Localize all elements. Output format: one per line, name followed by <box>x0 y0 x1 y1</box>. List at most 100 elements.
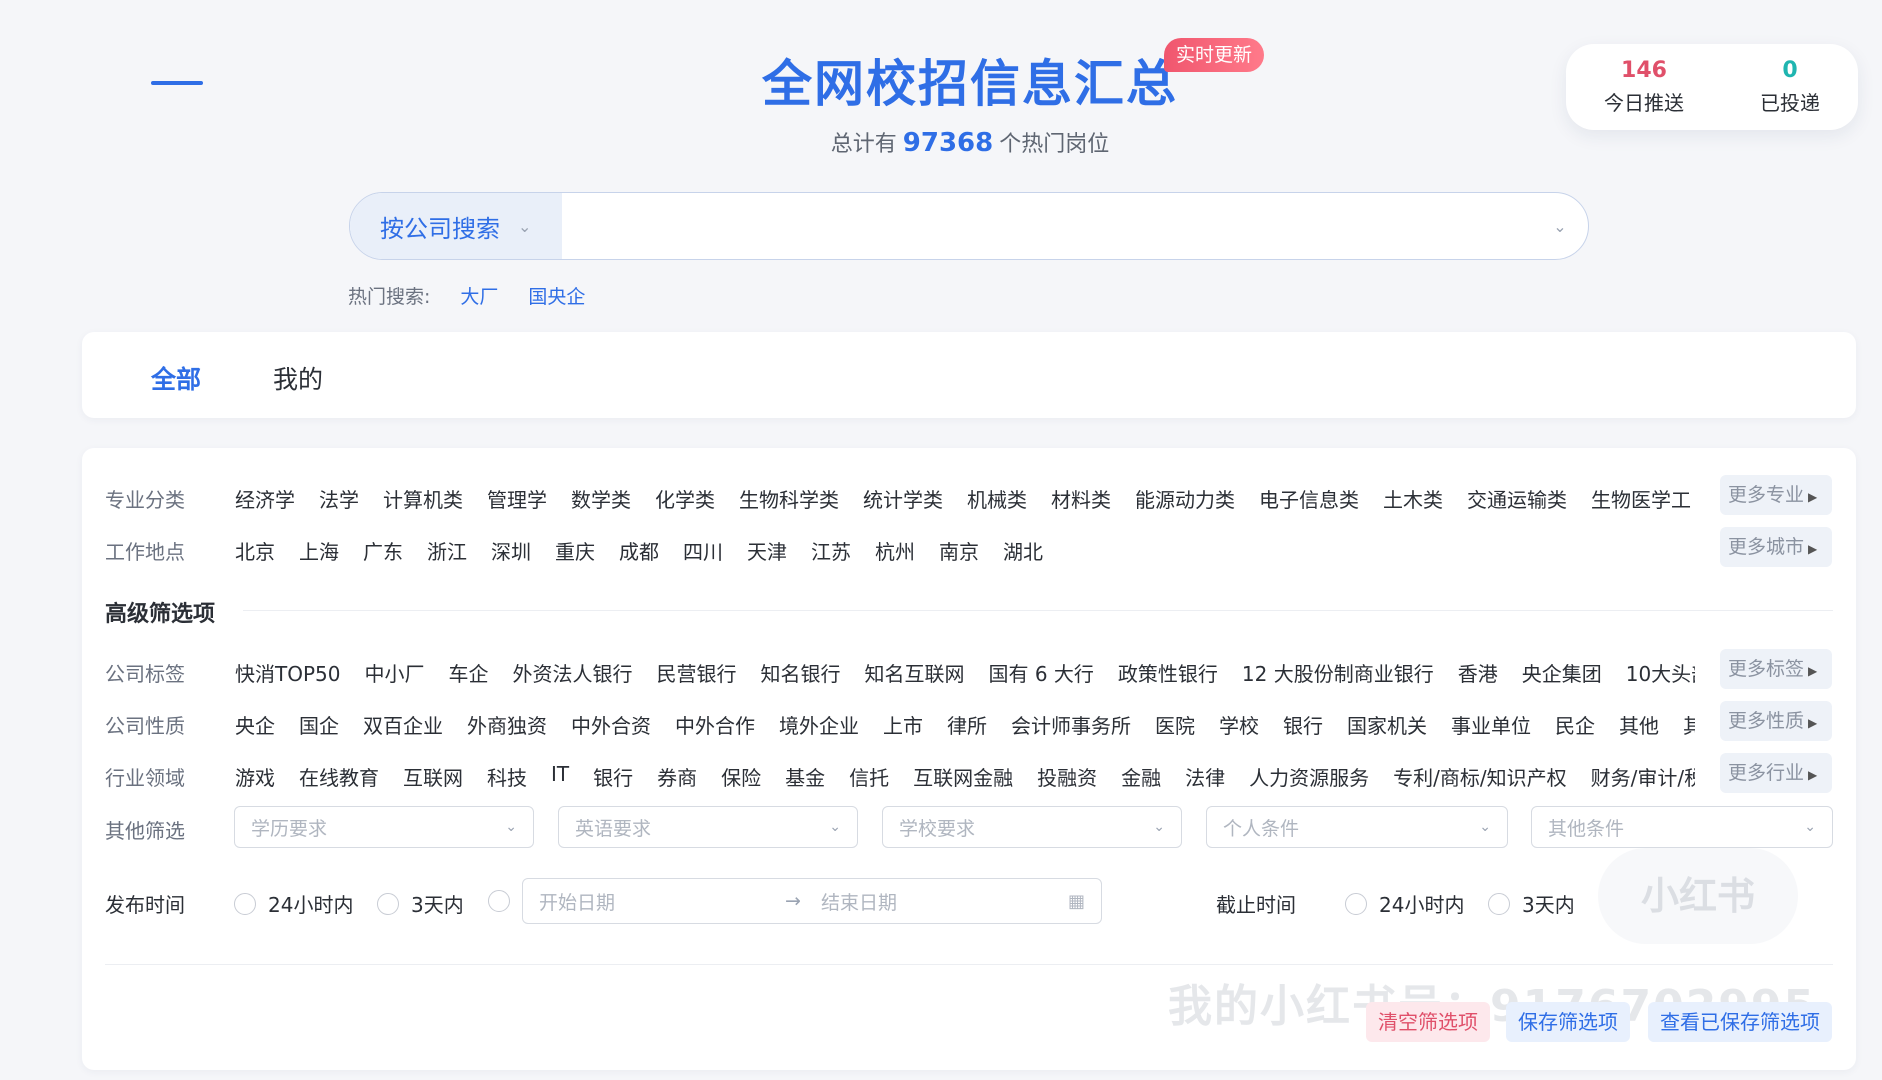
industry-item[interactable]: 金融 <box>1121 762 1161 791</box>
industry-item[interactable]: 保险 <box>721 762 761 791</box>
location-item[interactable]: 上海 <box>299 536 339 565</box>
location-item[interactable]: 成都 <box>619 536 659 565</box>
other-conditions-select[interactable]: 其他条件 ⌄ <box>1531 806 1833 848</box>
radio-button[interactable] <box>234 892 256 915</box>
view-saved-filters-button[interactable]: 查看已保存筛选项 <box>1648 1002 1832 1042</box>
industry-item[interactable]: 科技 <box>487 762 527 791</box>
stat-delivered[interactable]: 0 已投递 <box>1760 58 1820 116</box>
company-tag-item[interactable]: 香港 <box>1458 658 1498 687</box>
radio-button[interactable] <box>1488 892 1510 915</box>
industry-item[interactable]: 法律 <box>1185 762 1225 791</box>
location-item[interactable]: 浙江 <box>427 536 467 565</box>
major-item[interactable]: 交通运输类 <box>1467 484 1567 513</box>
more-types-button[interactable]: 更多性质 ▶ <box>1720 701 1832 741</box>
deadline-option-3d[interactable]: 3天内 <box>1488 889 1575 918</box>
industry-item[interactable]: 互联网 <box>403 762 463 791</box>
company-type-item[interactable]: 国家机关 <box>1347 710 1427 739</box>
company-type-item[interactable]: 外商独资 <box>467 710 547 739</box>
major-item[interactable]: 生物医学工 <box>1591 484 1691 513</box>
company-tag-item[interactable]: 知名银行 <box>760 658 840 687</box>
industry-item[interactable]: 游戏 <box>235 762 275 791</box>
company-type-item[interactable]: 中外合作 <box>675 710 755 739</box>
more-majors-button[interactable]: 更多专业 ▶ <box>1720 475 1832 515</box>
location-item[interactable]: 深圳 <box>491 536 531 565</box>
major-item[interactable]: 数学类 <box>571 484 631 513</box>
industry-item[interactable]: 信托 <box>849 762 889 791</box>
company-type-item[interactable]: 上市 <box>883 710 923 739</box>
school-select[interactable]: 学校要求 ⌄ <box>882 806 1182 848</box>
chevron-down-icon[interactable]: ⌄ <box>1532 217 1588 236</box>
search-input[interactable] <box>562 193 1532 259</box>
radio-button[interactable] <box>377 892 399 915</box>
major-item[interactable]: 化学类 <box>655 484 715 513</box>
company-type-item[interactable]: 其 <box>1683 710 1695 739</box>
major-item[interactable]: 计算机类 <box>383 484 463 513</box>
location-item[interactable]: 湖北 <box>1003 536 1043 565</box>
major-item[interactable]: 生物科学类 <box>739 484 839 513</box>
company-type-item[interactable]: 国企 <box>299 710 339 739</box>
industry-item[interactable]: 投融资 <box>1037 762 1097 791</box>
company-tag-item[interactable]: 10大头部 <box>1626 658 1695 687</box>
company-type-item[interactable]: 境外企业 <box>779 710 859 739</box>
industry-item[interactable]: 专利/商标/知识产权 <box>1393 762 1566 791</box>
hot-search-item[interactable]: 大厂 <box>460 282 498 309</box>
location-item[interactable]: 北京 <box>235 536 275 565</box>
location-item[interactable]: 南京 <box>939 536 979 565</box>
major-item[interactable]: 能源动力类 <box>1135 484 1235 513</box>
company-type-item[interactable]: 银行 <box>1283 710 1323 739</box>
company-type-item[interactable]: 其他 <box>1619 710 1659 739</box>
company-tag-item[interactable]: 民营银行 <box>656 658 736 687</box>
major-item[interactable]: 法学 <box>319 484 359 513</box>
radio-button[interactable] <box>1345 892 1367 915</box>
company-type-item[interactable]: 会计师事务所 <box>1011 710 1131 739</box>
location-item[interactable]: 四川 <box>683 536 723 565</box>
industry-item[interactable]: 基金 <box>785 762 825 791</box>
tab-all[interactable]: 全部 <box>151 360 201 396</box>
location-item[interactable]: 江苏 <box>811 536 851 565</box>
location-item[interactable]: 天津 <box>747 536 787 565</box>
company-type-item[interactable]: 央企 <box>235 710 275 739</box>
location-item[interactable]: 广东 <box>363 536 403 565</box>
publish-date-range[interactable]: 开始日期 → 结束日期 ▦ <box>522 878 1102 924</box>
save-filters-button[interactable]: 保存筛选项 <box>1506 1002 1630 1042</box>
company-tag-item[interactable]: 知名互联网 <box>864 658 964 687</box>
company-type-item[interactable]: 律所 <box>947 710 987 739</box>
major-item[interactable]: 电子信息类 <box>1259 484 1359 513</box>
industry-item[interactable]: 券商 <box>657 762 697 791</box>
stat-today[interactable]: 146 今日推送 <box>1604 58 1684 116</box>
company-type-item[interactable]: 医院 <box>1155 710 1195 739</box>
company-tag-item[interactable]: 中小厂 <box>364 658 424 687</box>
major-item[interactable]: 统计学类 <box>863 484 943 513</box>
location-item[interactable]: 杭州 <box>875 536 915 565</box>
company-type-item[interactable]: 民企 <box>1555 710 1595 739</box>
company-type-item[interactable]: 双百企业 <box>363 710 443 739</box>
clear-filters-button[interactable]: 清空筛选项 <box>1366 1002 1490 1042</box>
company-tag-item[interactable]: 快消TOP50 <box>235 658 340 687</box>
search-type-select[interactable]: 按公司搜索 ⌄ <box>350 193 562 259</box>
start-date-input[interactable]: 开始日期 <box>539 888 785 915</box>
company-type-item[interactable]: 学校 <box>1219 710 1259 739</box>
location-item[interactable]: 重庆 <box>555 536 595 565</box>
hot-search-item[interactable]: 国央企 <box>528 282 585 309</box>
more-tags-button[interactable]: 更多标签 ▶ <box>1720 649 1832 689</box>
personal-select[interactable]: 个人条件 ⌄ <box>1206 806 1508 848</box>
major-item[interactable]: 土木类 <box>1383 484 1443 513</box>
tab-mine[interactable]: 我的 <box>273 360 323 396</box>
major-item[interactable]: 管理学 <box>487 484 547 513</box>
industry-item[interactable]: 在线教育 <box>299 762 379 791</box>
company-type-item[interactable]: 中外合资 <box>571 710 651 739</box>
company-tag-item[interactable]: 政策性银行 <box>1118 658 1218 687</box>
company-tag-item[interactable]: 车企 <box>448 658 488 687</box>
company-tag-item[interactable]: 12 大股份制商业银行 <box>1242 658 1434 687</box>
publish-option-24h[interactable]: 24小时内 <box>234 889 353 918</box>
industry-item[interactable]: 互联网金融 <box>913 762 1013 791</box>
major-item[interactable]: 机械类 <box>967 484 1027 513</box>
publish-custom-radio[interactable] <box>488 890 510 912</box>
industry-item[interactable]: 银行 <box>593 762 633 791</box>
english-select[interactable]: 英语要求 ⌄ <box>558 806 858 848</box>
more-industries-button[interactable]: 更多行业 ▶ <box>1720 753 1832 793</box>
industry-item[interactable]: IT <box>551 762 569 791</box>
publish-option-3d[interactable]: 3天内 <box>377 889 464 918</box>
industry-item[interactable]: 人力资源服务 <box>1249 762 1369 791</box>
education-select[interactable]: 学历要求 ⌄ <box>234 806 534 848</box>
